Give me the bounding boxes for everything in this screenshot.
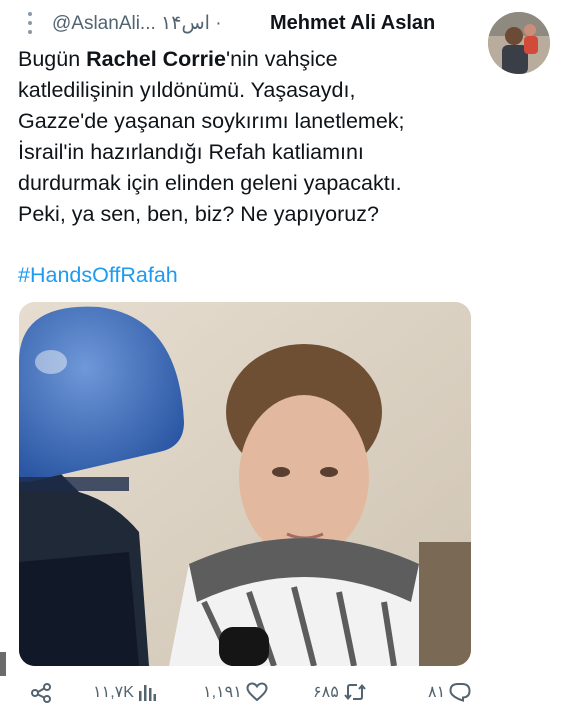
replies-count: ۸۱ [428,684,446,701]
share-icon [31,683,51,703]
heart-icon [246,682,268,702]
tweet-text-line: Gazze'de yaşanan soykırımı lanetlemek; [18,109,405,133]
reply-bubble-icon [449,683,471,702]
tweet-actions-bar: ۱۱,۷K ۱,۱۹۱ ۶۸۵ ۸۱ [0,680,569,710]
retweet-icon [344,683,366,701]
tweet-header: @AslanAli... ۱۴اس · Mehmet Ali Aslan [0,8,569,38]
tweet-text-line: İsrail'in hazırlandığı Refah katliamını [18,140,364,164]
tweet-text-line: durdurmak için elinden geleni yapacaktı. [18,171,402,195]
retweet-button[interactable]: ۶۸۵ [313,682,367,702]
user-handle[interactable]: @AslanAli... ۱۴اس · [52,12,222,35]
scroll-indicator [0,652,6,676]
views-button[interactable]: ۱۱,۷K [93,682,156,702]
reply-button[interactable]: ۸۱ [428,682,471,702]
tweet-bold-name: Rachel Corrie [86,47,226,71]
hashtag-link[interactable]: #HandsOffRafah [18,263,178,288]
tweet-text: Bugün Rachel Corrie'nin vahşice katledil… [18,44,478,230]
avatar[interactable] [488,12,550,74]
vertical-ellipsis-icon[interactable] [26,12,34,34]
tweet-text-segment: Bugün [18,47,87,71]
retweets-count: ۶۸۵ [313,684,339,701]
like-button[interactable]: ۱,۱۹۱ [203,682,268,702]
share-button[interactable] [30,682,52,704]
display-name[interactable]: Mehmet Ali Aslan [270,12,435,35]
tweet-photo[interactable] [19,302,471,666]
tweet-text-segment: 'nin vahşice [225,47,338,71]
tweet-text-line: katledilişinin yıldönümü. Yaşasaydı, [18,78,356,102]
bar-chart-icon [138,685,156,701]
views-count: ۱۱,۷K [93,684,134,701]
tweet-text-line: Peki, ya sen, ben, biz? Ne yapıyoruz? [18,202,379,226]
likes-count: ۱,۱۹۱ [203,684,242,701]
